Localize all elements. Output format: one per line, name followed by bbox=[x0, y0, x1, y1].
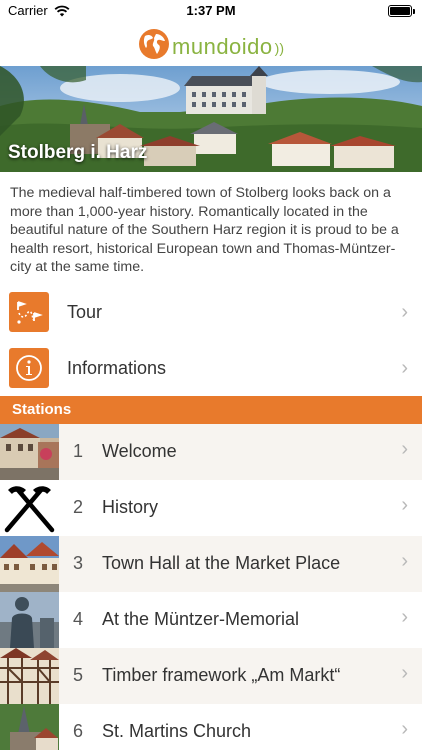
menu-item-informations[interactable]: Informations › bbox=[0, 340, 422, 396]
station-number: 1 bbox=[73, 441, 84, 461]
menu-label-informations: Informations bbox=[67, 357, 167, 378]
station-number: 2 bbox=[73, 497, 84, 517]
station-number: 3 bbox=[73, 553, 84, 573]
station-row-4[interactable]: 4 At the Müntzer-Memorial › bbox=[0, 592, 422, 648]
chevron-right-icon: › bbox=[401, 662, 408, 684]
hammer-pick-icon bbox=[0, 480, 59, 536]
timber-houses-photo bbox=[0, 648, 59, 704]
town-description: The medieval half-timbered town of Stolb… bbox=[10, 185, 399, 276]
station-number: 4 bbox=[73, 609, 84, 629]
church-photo bbox=[0, 704, 59, 750]
station-title: Timber framework „Am Markt“ bbox=[102, 665, 341, 685]
station-title: Town Hall at the Market Place bbox=[102, 553, 341, 573]
station-number: 6 bbox=[73, 721, 84, 741]
section-title: Stations bbox=[12, 401, 72, 418]
menu-label-tour: Tour bbox=[67, 301, 103, 322]
logo-waves: )) bbox=[274, 40, 284, 56]
chevron-right-icon: › bbox=[401, 438, 408, 460]
tour-map-icon bbox=[9, 292, 49, 332]
station-row-2[interactable]: 2 History › bbox=[0, 480, 422, 536]
menu-item-tour[interactable]: Tour › bbox=[0, 284, 422, 340]
station-title: At the Müntzer-Memorial bbox=[102, 609, 300, 629]
status-bar: Carrier 1:37 PM bbox=[0, 0, 422, 22]
battery-icon bbox=[388, 5, 415, 17]
info-icon bbox=[9, 348, 49, 388]
hero-title: Stolberg i. Harz bbox=[8, 142, 148, 163]
statue-photo bbox=[0, 592, 59, 648]
station-row-6[interactable]: 6 St. Martins Church › bbox=[0, 704, 422, 750]
chevron-right-icon: › bbox=[401, 550, 408, 572]
station-title: Welcome bbox=[102, 441, 177, 461]
app-logo: mundoido )) bbox=[138, 28, 284, 60]
chevron-right-icon: › bbox=[401, 494, 408, 516]
stations-section-header: Stations bbox=[0, 396, 422, 424]
station-number: 5 bbox=[73, 665, 84, 685]
nav-bar: mundoido )) bbox=[0, 22, 422, 66]
station-row-5[interactable]: 5 Timber framework „Am Markt“ › bbox=[0, 648, 422, 704]
chevron-right-icon: › bbox=[401, 356, 408, 379]
chevron-right-icon: › bbox=[401, 606, 408, 628]
station-row-1[interactable]: 1 Welcome › bbox=[0, 424, 422, 480]
station-title: History bbox=[102, 497, 159, 517]
station-title: St. Martins Church bbox=[102, 721, 252, 741]
town-hall-photo bbox=[0, 536, 59, 592]
hero-banner: Stolberg i. Harz bbox=[0, 66, 422, 172]
station-row-3[interactable]: 3 Town Hall at the Market Place › bbox=[0, 536, 422, 592]
logo-text: mundoido bbox=[172, 34, 273, 59]
globe-icon bbox=[139, 29, 170, 59]
town-street-photo bbox=[0, 424, 59, 480]
chevron-right-icon: › bbox=[401, 718, 408, 740]
clock: 1:37 PM bbox=[186, 3, 236, 18]
chevron-right-icon: › bbox=[401, 300, 408, 323]
